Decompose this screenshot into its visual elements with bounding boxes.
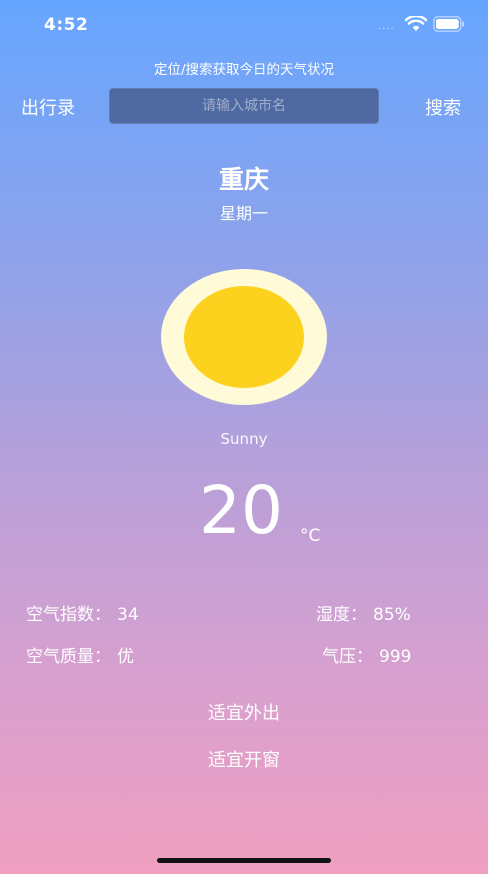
travel-log-button[interactable]: 出行录 — [21, 94, 75, 120]
weekday: 星期一 — [219, 204, 268, 223]
signal-dots: .... — [378, 21, 395, 32]
status-time: 4:52 — [44, 15, 89, 35]
humidity-stat: 湿度： 85% — [316, 600, 411, 625]
pressure-value: 999 — [379, 647, 412, 667]
window-advice: 适宜开窗 — [208, 750, 280, 771]
search-button[interactable]: 搜索 — [425, 94, 461, 120]
air-index-value: 34 — [117, 605, 139, 625]
temperature-unit: °C — [300, 526, 321, 546]
outing-advice: 适宜外出 — [208, 703, 280, 724]
header-hint: 定位/搜索获取今日的天气状况 — [153, 62, 335, 78]
wifi-icon — [405, 16, 427, 31]
battery-icon — [433, 16, 465, 32]
search-box[interactable] — [109, 88, 379, 124]
air-index-label: 空气指数： — [26, 605, 111, 625]
city-search-input[interactable] — [110, 89, 378, 123]
air-quality-value: 优 — [117, 647, 134, 667]
home-indicator[interactable] — [157, 858, 331, 863]
pressure-stat: 气压： 999 — [322, 642, 411, 667]
humidity-value: 85% — [373, 605, 411, 625]
air-quality-label: 空气质量： — [26, 647, 111, 667]
air-quality-stat: 空气质量： 优 — [26, 642, 134, 667]
pressure-label: 气压： — [322, 647, 373, 667]
sun-icon — [161, 269, 327, 405]
sun-core — [184, 286, 304, 388]
status-bar: 4:52 .... — [0, 0, 488, 50]
weather-condition: Sunny — [220, 430, 268, 448]
city-name: 重庆 — [218, 165, 269, 194]
temperature-value: 20 — [199, 472, 283, 549]
air-index-stat: 空气指数： 34 — [26, 600, 139, 625]
humidity-label: 湿度： — [316, 605, 367, 625]
